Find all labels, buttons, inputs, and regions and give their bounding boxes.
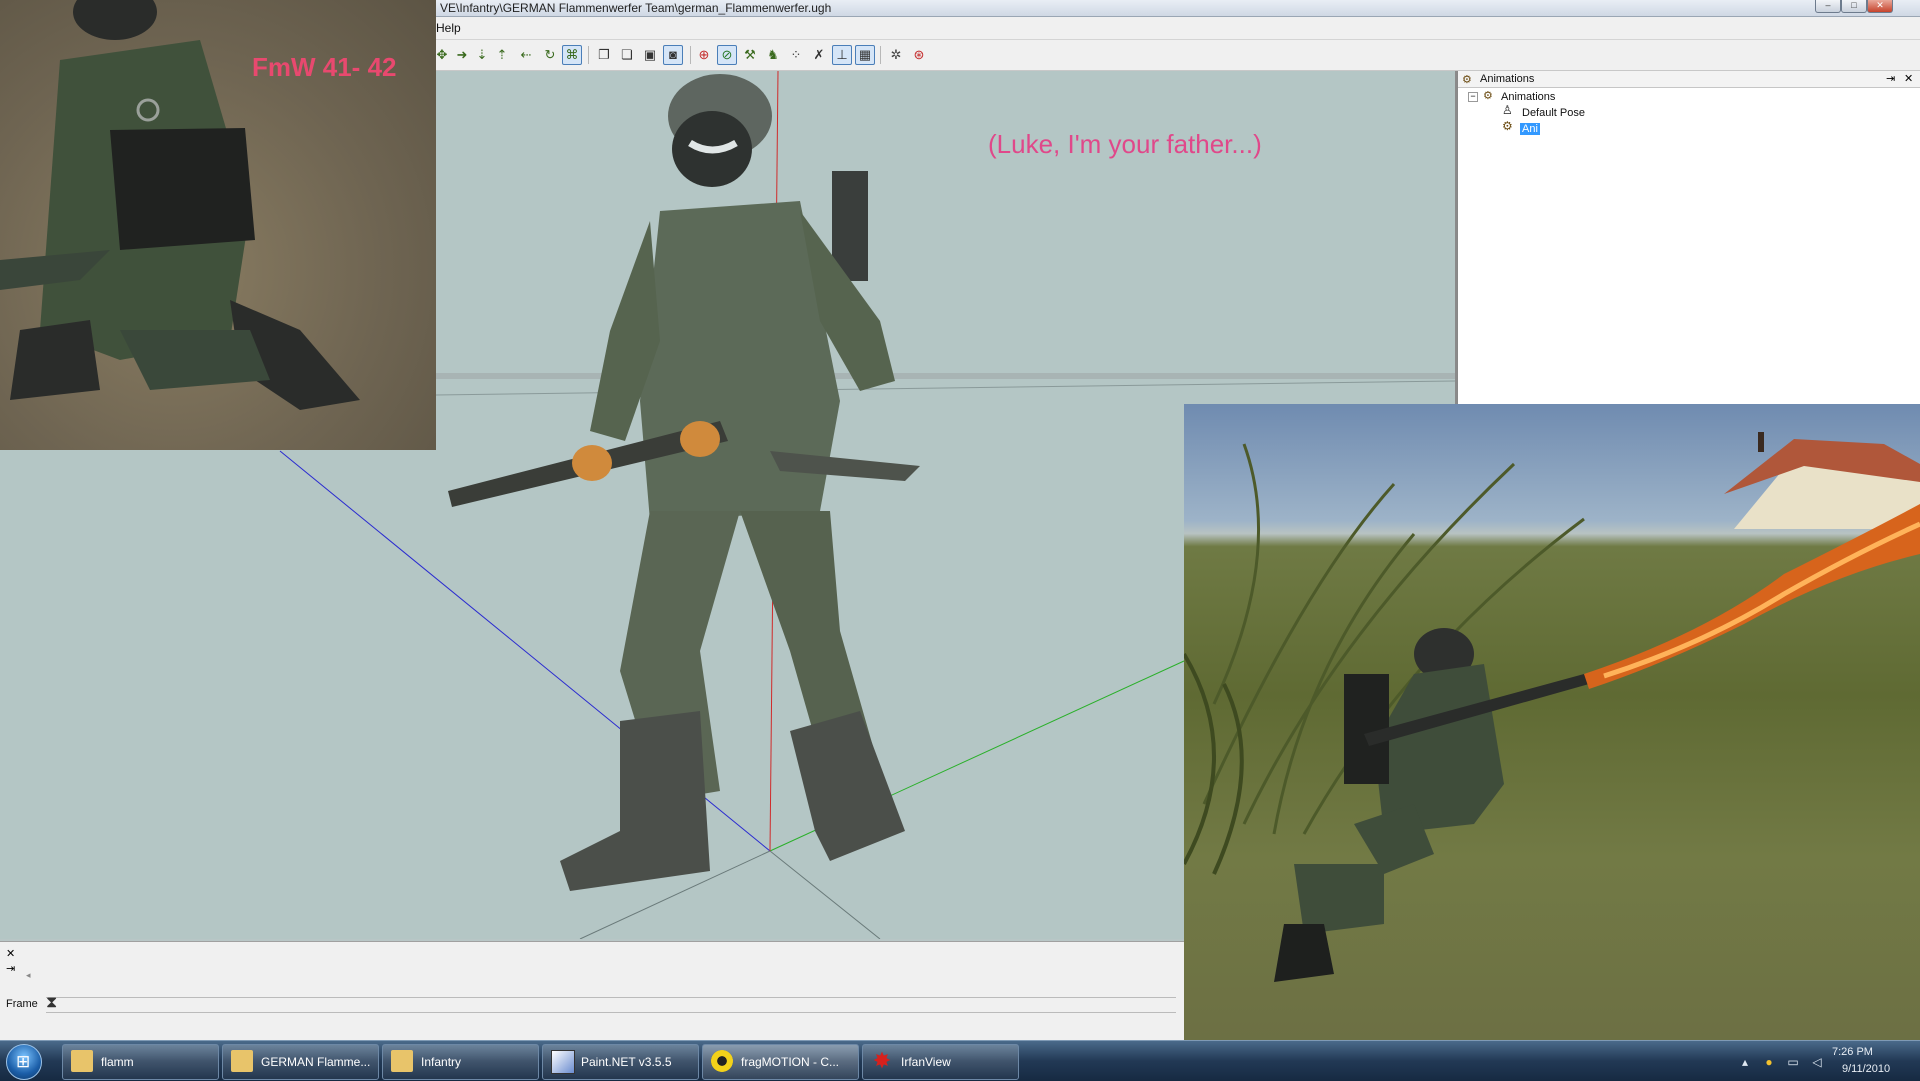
rotate-icon[interactable]: ↻ bbox=[540, 45, 560, 65]
irfanview-icon: ✸ bbox=[872, 1048, 892, 1073]
paintnet-icon bbox=[551, 1050, 575, 1074]
reference-image-right bbox=[1184, 404, 1920, 1052]
show-hidden-icons-icon[interactable]: ▴ bbox=[1738, 1055, 1752, 1069]
start-button[interactable]: ⊞ bbox=[6, 1044, 42, 1080]
select-bones-icon[interactable]: ⌘ bbox=[562, 45, 582, 65]
window-single-icon[interactable]: ❐ bbox=[594, 45, 614, 65]
window-double-icon[interactable]: ❏ bbox=[617, 45, 637, 65]
network-icon[interactable]: ▭ bbox=[1786, 1055, 1800, 1069]
grid-icon[interactable]: ▦ bbox=[855, 45, 875, 65]
move-down-icon[interactable]: ⇣ bbox=[472, 45, 492, 65]
skeleton-icon[interactable]: ⊘ bbox=[717, 45, 737, 65]
task-label: GERMAN Flamme... bbox=[261, 1055, 371, 1069]
windows-logo-icon: ⊞ bbox=[16, 1052, 31, 1071]
animation-icon: ⚙ bbox=[1502, 119, 1513, 133]
task-irfanview[interactable]: ✸ IrfanView bbox=[862, 1044, 1019, 1080]
fragmotion-icon bbox=[711, 1050, 733, 1072]
animations-folder-icon: ⚙ bbox=[1483, 90, 1493, 102]
move-right-icon[interactable]: ➜ bbox=[452, 45, 472, 65]
viewport-caption: (Luke, I'm your father...) bbox=[988, 129, 1262, 159]
animations-icon: ⚙ bbox=[1462, 74, 1472, 86]
maximize-button[interactable]: □ bbox=[1841, 0, 1867, 13]
crosshair-icon[interactable]: ⊛ bbox=[909, 45, 929, 65]
flamethrower-scene-image bbox=[1184, 432, 1920, 982]
clock-time[interactable]: 7:26 PM bbox=[1832, 1046, 1873, 1058]
camera-view-icon[interactable]: ◙ bbox=[663, 45, 683, 65]
frame-slider[interactable]: ⧗ bbox=[46, 994, 1176, 1013]
scroll-left-icon[interactable]: ◂ bbox=[26, 970, 31, 981]
task-label: IrfanView bbox=[901, 1055, 951, 1069]
folder-icon bbox=[71, 1050, 93, 1072]
folder-icon bbox=[391, 1050, 413, 1072]
window-title: VE\Infantry\GERMAN Flammenwerfer Team\ge… bbox=[440, 1, 832, 15]
tree-item-ani[interactable]: Ani bbox=[1520, 123, 1540, 135]
pose-figure-icon: ♙ bbox=[1502, 103, 1513, 117]
axis-icon[interactable]: ⊥ bbox=[832, 45, 852, 65]
vertices-icon[interactable]: ⁘ bbox=[786, 45, 806, 65]
timeline-panel: ✕ ⇥ ◂ Frame ⧗ bbox=[0, 941, 1190, 1040]
animations-panel-title: Animations bbox=[1480, 73, 1535, 85]
pose-tool-icon[interactable]: ♞ bbox=[763, 45, 783, 65]
timeline-pin-icon[interactable]: ⇥ bbox=[6, 962, 15, 975]
folder-icon bbox=[231, 1050, 253, 1072]
animations-panel-header: ⚙ Animations ⇥ ✕ bbox=[1458, 71, 1920, 88]
task-infantry[interactable]: Infantry bbox=[382, 1044, 539, 1080]
move-left-icon[interactable]: ⇠ bbox=[516, 45, 536, 65]
task-fragmotion[interactable]: fragMOTION - C... bbox=[702, 1044, 859, 1080]
target-icon[interactable]: ⊕ bbox=[694, 45, 714, 65]
tree-collapse-icon[interactable]: − bbox=[1468, 92, 1478, 102]
grid-line-b bbox=[769, 850, 881, 939]
pin-icon[interactable]: ⇥ bbox=[1886, 72, 1895, 85]
tree-root-animations[interactable]: Animations bbox=[1501, 91, 1555, 103]
task-flamm[interactable]: flamm bbox=[62, 1044, 219, 1080]
task-label: Paint.NET v3.5.5 bbox=[581, 1055, 672, 1069]
settings-icon[interactable]: ✲ bbox=[886, 45, 906, 65]
task-label: fragMOTION - C... bbox=[741, 1055, 840, 1069]
animations-panel: ⚙ Animations ⇥ ✕ − ⚙ Animations ♙ Defaul… bbox=[1457, 71, 1920, 404]
close-button[interactable]: ✕ bbox=[1867, 0, 1893, 13]
weapon-caption: FmW 41- 42 bbox=[252, 52, 397, 82]
tree-item-default-pose[interactable]: Default Pose bbox=[1522, 107, 1585, 119]
panel-close-icon[interactable]: ✕ bbox=[1904, 72, 1913, 85]
bone-tool-icon[interactable]: ⚒ bbox=[740, 45, 760, 65]
frame-label: Frame bbox=[6, 998, 38, 1010]
bones-x-icon[interactable]: ✗ bbox=[809, 45, 829, 65]
task-paintnet[interactable]: Paint.NET v3.5.5 bbox=[542, 1044, 699, 1080]
timeline-close-icon[interactable]: ✕ bbox=[6, 947, 15, 960]
move-up-alt-icon[interactable]: ⇡ bbox=[492, 45, 512, 65]
menu-help[interactable]: Help bbox=[436, 21, 461, 35]
task-label: flamm bbox=[101, 1055, 134, 1069]
clock-date[interactable]: 9/11/2010 bbox=[1842, 1063, 1890, 1075]
frame-slider-thumb[interactable]: ⧗ bbox=[46, 994, 57, 1012]
reference-image-left: FmW 41- 42 bbox=[0, 0, 436, 450]
window-cascade-icon[interactable]: ▣ bbox=[640, 45, 660, 65]
taskbar: ⊞ flamm GERMAN Flamme... Infantry Paint.… bbox=[0, 1040, 1920, 1081]
volume-icon[interactable]: ◁ bbox=[1810, 1055, 1824, 1069]
task-label: Infantry bbox=[421, 1055, 462, 1069]
soldier-model bbox=[448, 74, 920, 891]
minimize-button[interactable]: – bbox=[1815, 0, 1841, 13]
security-icon[interactable]: ● bbox=[1762, 1055, 1776, 1069]
task-german-flammenwerfer[interactable]: GERMAN Flamme... bbox=[222, 1044, 379, 1080]
